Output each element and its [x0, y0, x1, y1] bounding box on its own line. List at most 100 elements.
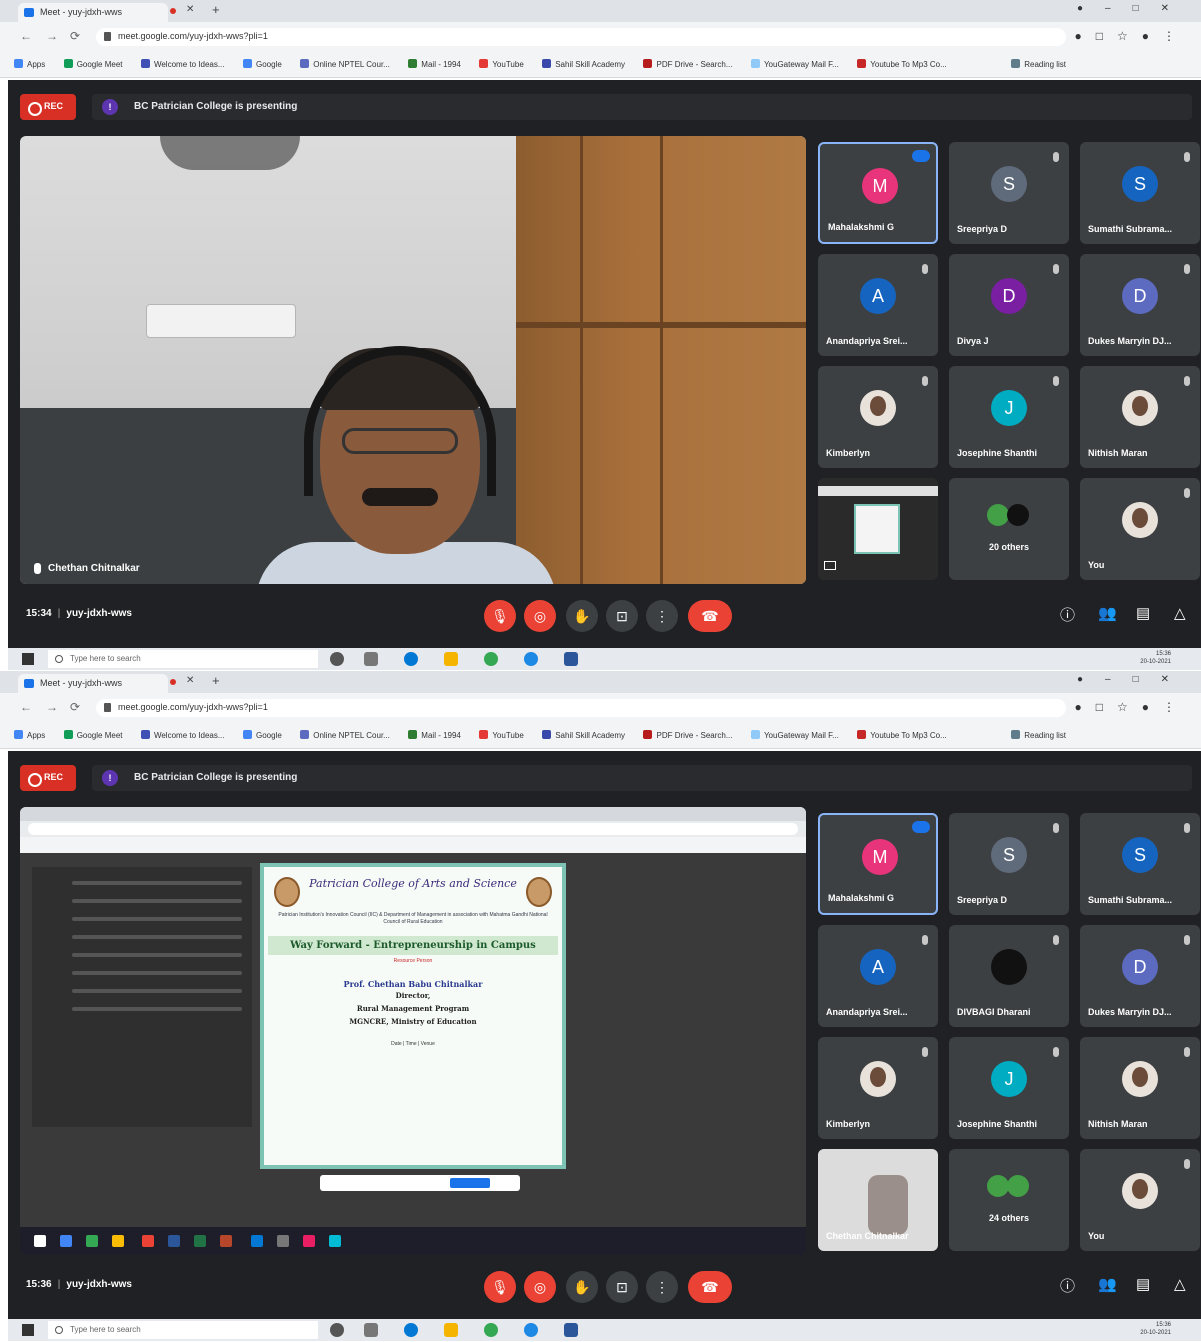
reading-list[interactable]: Reading list: [1011, 59, 1066, 69]
bookmark-item[interactable]: Apps: [14, 730, 45, 740]
new-tab-icon[interactable]: +: [212, 2, 220, 17]
reload-icon[interactable]: ⟳: [70, 29, 80, 43]
participant-tile[interactable]: D Dukes Marryin DJ...: [1080, 925, 1200, 1027]
chat-icon[interactable]: ▤: [1136, 604, 1150, 622]
participant-tile[interactable]: D Divya J: [949, 254, 1069, 356]
mic-toggle-button[interactable]: 🎙: [484, 1271, 516, 1303]
people-icon[interactable]: 👥: [1098, 604, 1117, 622]
system-clock[interactable]: 15:36 20-10-2021: [1140, 650, 1171, 666]
speaker-thumbnail-tile[interactable]: Chethan Chitnalkar: [818, 1149, 938, 1251]
meeting-details-icon[interactable]: ⓘ: [1060, 1275, 1075, 1296]
window-controls[interactable]: ●–□✕: [1077, 674, 1191, 685]
bookmark-item[interactable]: Apps: [14, 59, 45, 69]
chrome-icon[interactable]: [484, 652, 498, 666]
bookmark-item[interactable]: Google: [242, 730, 282, 740]
participant-tile[interactable]: J Josephine Shanthi: [949, 1037, 1069, 1139]
leave-call-button[interactable]: ☎: [688, 600, 732, 632]
self-tile[interactable]: You: [1080, 1149, 1200, 1251]
taskbar-search[interactable]: Type here to search: [48, 1321, 318, 1339]
browser-tab[interactable]: Meet - yuy-jdxh-wws: [18, 674, 168, 693]
bookmark-item[interactable]: Sahil Skill Academy: [542, 730, 625, 740]
app-icon[interactable]: [524, 652, 538, 666]
bookmark-item[interactable]: Google Meet: [63, 730, 123, 740]
word-icon[interactable]: [564, 652, 578, 666]
bookmark-item[interactable]: Online NPTEL Cour...: [300, 59, 390, 69]
edge-icon[interactable]: [404, 652, 418, 666]
bookmark-item[interactable]: Youtube To Mp3 Co...: [857, 730, 947, 740]
others-tile[interactable]: 20 others: [949, 478, 1069, 580]
close-tab-icon[interactable]: ✕: [186, 675, 194, 686]
participant-tile[interactable]: S Sumathi Subrama...: [1080, 142, 1200, 244]
participant-tile[interactable]: Nithish Maran: [1080, 366, 1200, 468]
taskbar-search[interactable]: Type here to search: [48, 650, 318, 668]
participant-tile[interactable]: S Sreepriya D: [949, 813, 1069, 915]
more-options-button[interactable]: ⋮: [646, 600, 678, 632]
windows-start-icon[interactable]: [22, 1324, 34, 1336]
bookmark-item[interactable]: Online NPTEL Cour...: [300, 730, 390, 740]
mic-toggle-button[interactable]: 🎙: [484, 600, 516, 632]
task-view-icon[interactable]: [364, 1323, 378, 1337]
raise-hand-button[interactable]: ✋: [566, 600, 598, 632]
participant-tile[interactable]: M Mahalakshmi G: [818, 142, 938, 244]
bookmark-item[interactable]: Google Meet: [63, 59, 123, 69]
bookmark-item[interactable]: Sahil Skill Academy: [542, 59, 625, 69]
raise-hand-button[interactable]: ✋: [566, 1271, 598, 1303]
cortana-icon[interactable]: [330, 652, 344, 666]
participant-tile[interactable]: A Anandapriya Srei...: [818, 254, 938, 356]
windows-start-icon[interactable]: [22, 653, 34, 665]
window-controls[interactable]: ●–□✕: [1077, 3, 1191, 14]
browser-actions[interactable]: ●□☆●⋮: [1074, 700, 1189, 714]
bookmark-item[interactable]: YouTube: [479, 730, 524, 740]
browser-actions[interactable]: ●□☆●⋮: [1074, 29, 1189, 43]
url-field[interactable]: meet.google.com/yuy-jdxh-wws?pli=1: [96, 699, 1066, 717]
bookmark-item[interactable]: PDF Drive - Search...: [643, 730, 733, 740]
more-options-button[interactable]: ⋮: [646, 1271, 678, 1303]
main-speaker-video[interactable]: Chethan Chitnalkar: [20, 136, 806, 584]
system-clock[interactable]: 15:36 20-10-2021: [1140, 1321, 1171, 1337]
bookmark-item[interactable]: YouTube: [479, 59, 524, 69]
camera-toggle-button[interactable]: ◎: [524, 1271, 556, 1303]
activities-icon[interactable]: △: [1174, 604, 1186, 622]
participant-tile[interactable]: A Anandapriya Srei...: [818, 925, 938, 1027]
cortana-icon[interactable]: [330, 1323, 344, 1337]
participant-tile[interactable]: M Mahalakshmi G: [818, 813, 938, 915]
bookmark-item[interactable]: Mail - 1994: [408, 59, 461, 69]
chat-icon[interactable]: ▤: [1136, 1275, 1150, 1293]
reading-list[interactable]: Reading list: [1011, 730, 1066, 740]
bookmark-item[interactable]: YouGateway Mail F...: [750, 730, 839, 740]
present-button[interactable]: ⊡: [606, 1271, 638, 1303]
browser-tab[interactable]: Meet - yuy-jdxh-wws: [18, 3, 168, 22]
back-icon[interactable]: ←: [20, 700, 32, 714]
people-icon[interactable]: 👥: [1098, 1275, 1117, 1293]
forward-icon[interactable]: →: [46, 700, 58, 714]
reload-icon[interactable]: ⟳: [70, 700, 80, 714]
leave-call-button[interactable]: ☎: [688, 1271, 732, 1303]
participant-tile[interactable]: Kimberlyn: [818, 366, 938, 468]
task-view-icon[interactable]: [364, 652, 378, 666]
bookmark-item[interactable]: Google: [242, 59, 282, 69]
new-tab-icon[interactable]: +: [212, 673, 220, 688]
file-explorer-icon[interactable]: [444, 1323, 458, 1337]
activities-icon[interactable]: △: [1174, 1275, 1186, 1293]
camera-toggle-button[interactable]: ◎: [524, 600, 556, 632]
chrome-icon[interactable]: [484, 1323, 498, 1337]
url-field[interactable]: meet.google.com/yuy-jdxh-wws?pli=1: [96, 28, 1066, 46]
presentation-thumbnail-tile[interactable]: [818, 478, 938, 580]
participant-tile[interactable]: DIVBAGI Dharani: [949, 925, 1069, 1027]
forward-icon[interactable]: →: [46, 29, 58, 43]
app-icon[interactable]: [524, 1323, 538, 1337]
word-icon[interactable]: [564, 1323, 578, 1337]
bookmark-item[interactable]: PDF Drive - Search...: [643, 59, 733, 69]
present-button[interactable]: ⊡: [606, 600, 638, 632]
close-tab-icon[interactable]: ✕: [186, 4, 194, 15]
self-tile[interactable]: You: [1080, 478, 1200, 580]
back-icon[interactable]: ←: [20, 29, 32, 43]
bookmark-item[interactable]: Welcome to Ideas...: [140, 59, 225, 69]
participant-tile[interactable]: D Dukes Marryin DJ...: [1080, 254, 1200, 356]
presentation-view[interactable]: Patrician College of Arts and Science Pa…: [20, 807, 806, 1255]
participant-tile[interactable]: S Sumathi Subrama...: [1080, 813, 1200, 915]
participant-tile[interactable]: Nithish Maran: [1080, 1037, 1200, 1139]
participant-tile[interactable]: Kimberlyn: [818, 1037, 938, 1139]
bookmark-item[interactable]: Mail - 1994: [408, 730, 461, 740]
file-explorer-icon[interactable]: [444, 652, 458, 666]
